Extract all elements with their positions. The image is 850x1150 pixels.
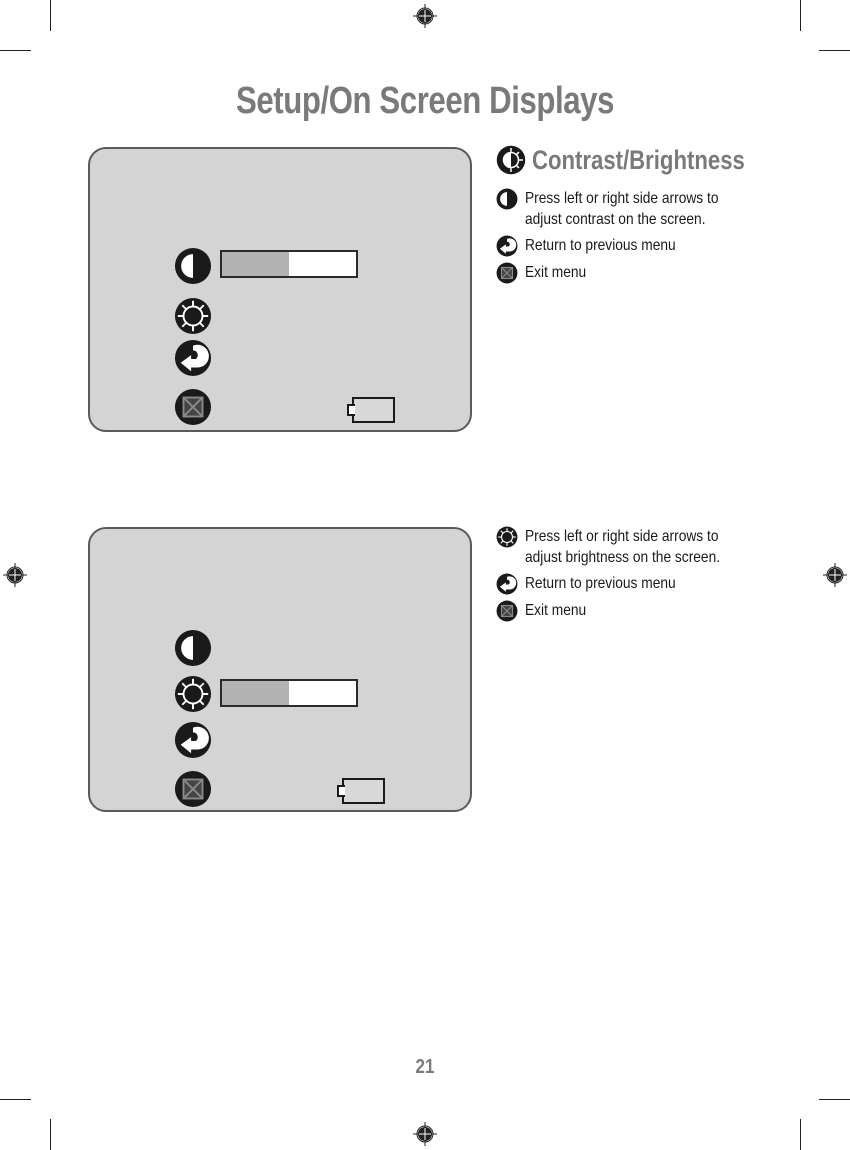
contrast-brightness-icon [496,145,526,175]
crop-mark [0,1099,31,1100]
crop-mark [819,50,850,51]
page-title: Setup/On Screen Displays [235,80,615,122]
section-heading-label: Contrast/Brightness [532,144,745,175]
crop-mark [800,1119,801,1150]
exit-icon [496,600,518,622]
return-icon [174,721,212,759]
contrast-icon [496,188,518,210]
return-icon [174,339,212,377]
registration-mark-icon [3,563,27,587]
exit-icon [174,770,212,808]
brightness-slider[interactable] [220,679,358,707]
contrast-slider[interactable] [220,250,358,278]
list-item: Press left or right side arrows to adjus… [496,526,796,568]
return-icon [496,573,518,595]
crop-mark [50,0,51,31]
page-number: 21 [415,1056,435,1078]
osd-panel-brightness [88,527,472,812]
battery-icon [337,778,385,804]
brightness-icon [174,675,212,713]
contrast-icon [174,629,212,667]
registration-mark-icon [823,563,847,587]
return-icon [496,235,518,257]
exit-icon [496,262,518,284]
contrast-description: Contrast/Brightness Press left or right … [496,144,796,284]
list-item: Return to previous menu [496,235,796,257]
list-item: Return to previous menu [496,573,796,595]
list-item: Press left or right side arrows to adjus… [496,188,796,230]
item-text: Return to previous menu [525,237,676,254]
item-text: adjust contrast on the screen. [525,211,706,228]
crop-mark [50,1119,51,1150]
section-heading: Contrast/Brightness [496,144,796,176]
item-text: Return to previous menu [525,575,676,592]
brightness-slider-fill [222,681,289,705]
list-item: Exit menu [496,262,796,284]
battery-icon [347,397,395,423]
contrast-slider-fill [222,252,289,276]
item-text: Press left or right side arrows to [525,528,719,545]
registration-mark-icon [413,4,437,28]
item-text: adjust brightness on the screen. [525,549,721,566]
brightness-description: Press left or right side arrows to adjus… [496,526,796,622]
item-text: Press left or right side arrows to [525,190,719,207]
item-text: Exit menu [525,264,587,281]
brightness-icon [496,526,518,548]
crop-mark [819,1099,850,1100]
contrast-icon [174,247,212,285]
registration-mark-icon [413,1122,437,1146]
brightness-icon [174,297,212,335]
item-text: Exit menu [525,602,587,619]
crop-mark [0,50,31,51]
crop-mark [800,0,801,31]
exit-icon [174,388,212,426]
osd-panel-contrast [88,147,472,432]
list-item: Exit menu [496,600,796,622]
